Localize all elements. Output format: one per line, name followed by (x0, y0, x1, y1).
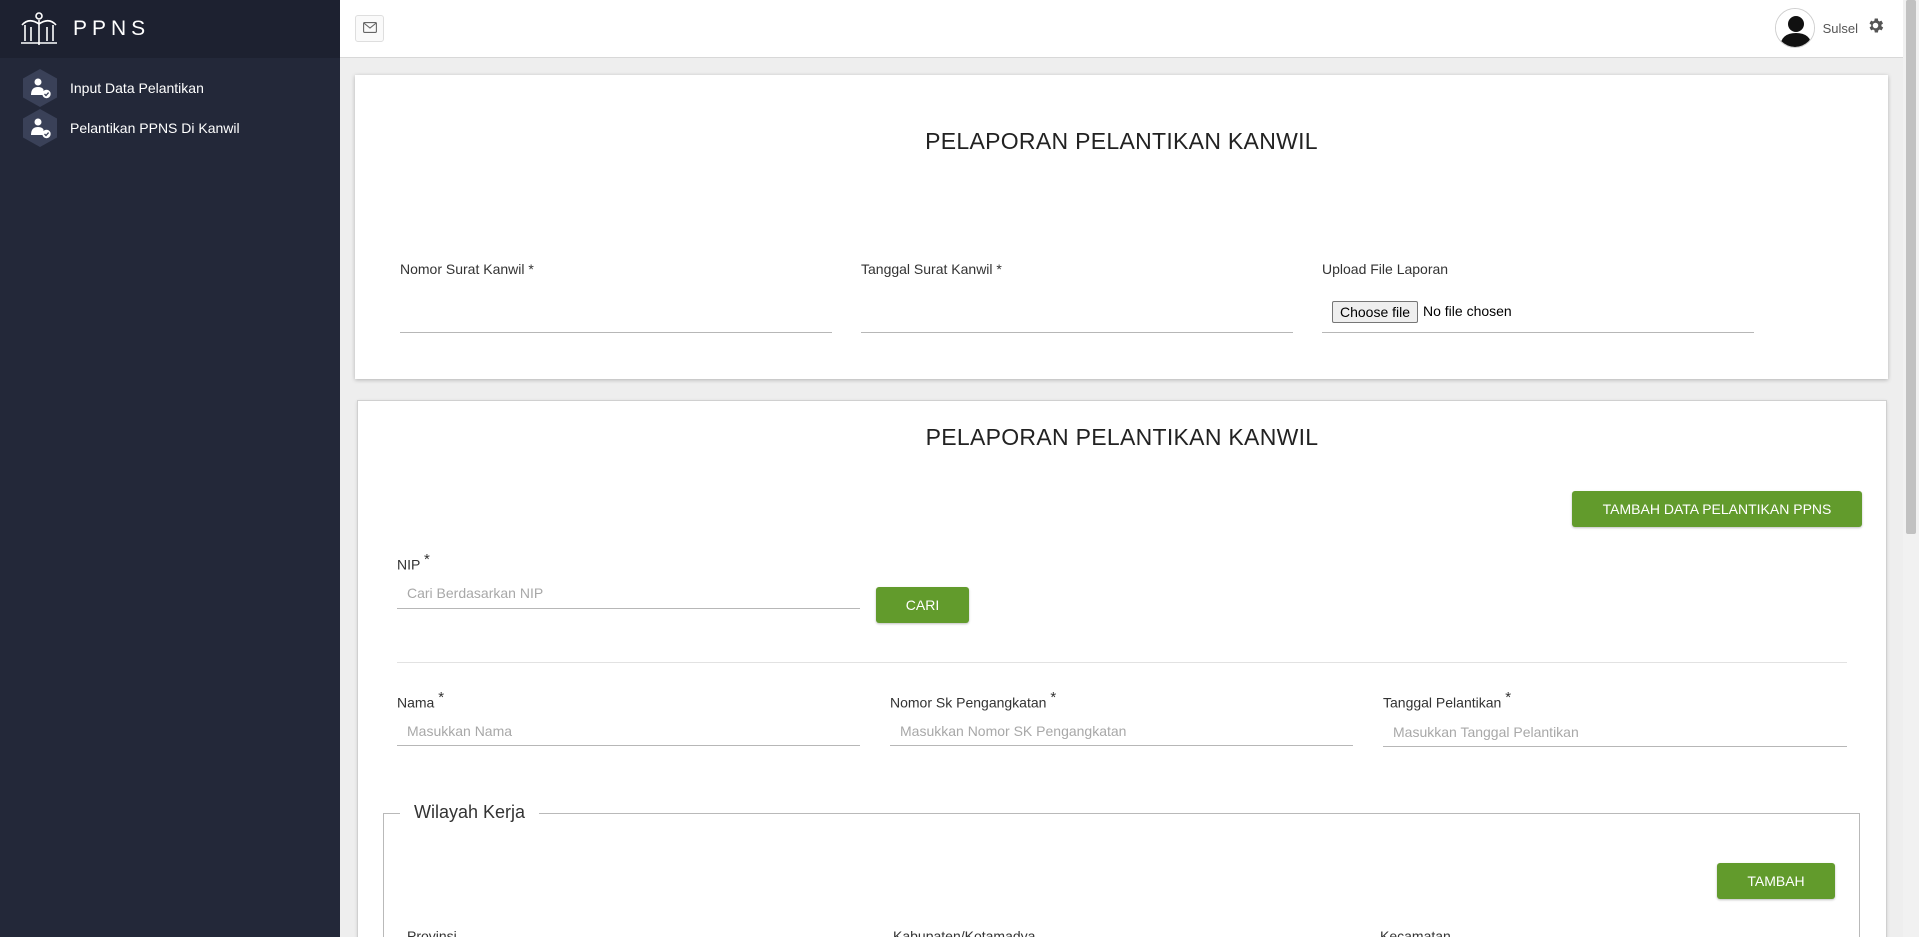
tanggal-pelantikan-label: Tanggal Pelantikan * (1383, 689, 1512, 711)
required-mark: * (1050, 689, 1057, 706)
user-check-icon (19, 108, 60, 149)
nama-underline (397, 745, 860, 746)
nomor-sk-underline (890, 745, 1353, 746)
kabupaten-label: Kabupaten/Kotamadya (893, 928, 1036, 937)
tanggal-surat-label: Tanggal Surat Kanwil * (861, 261, 1002, 277)
nama-input[interactable] (397, 716, 859, 746)
sidebar-nav: Input Data Pelantikan Pelantikan PPNS Di… (0, 58, 340, 148)
tanggal-surat-underline (861, 332, 1293, 333)
tambah-data-pelantikan-button[interactable]: TAMBAH DATA PELANTIKAN PPNS (1572, 491, 1862, 527)
nip-search-input[interactable] (397, 578, 859, 608)
scrollbar-thumb[interactable] (1906, 0, 1916, 534)
required-mark: * (1505, 689, 1512, 706)
upload-underline (1322, 332, 1754, 333)
mail-button[interactable] (355, 15, 384, 42)
card-title: PELAPORAN PELANTIKAN KANWIL (925, 128, 1318, 154)
choose-file-button[interactable]: Choose file (1332, 301, 1419, 323)
file-status-text: No file chosen (1423, 303, 1512, 319)
upload-file-label: Upload File Laporan (1322, 261, 1449, 277)
user-menu[interactable]: Sulsel (1774, 8, 1885, 48)
cari-button[interactable]: CARI (876, 587, 969, 623)
sidebar-item-input-data-pelantikan[interactable]: Input Data Pelantikan (0, 68, 340, 108)
topbar: Sulsel (340, 0, 1903, 58)
nomor-sk-label: Nomor Sk Pengangkatan * (890, 689, 1057, 711)
tambah-wilayah-button[interactable]: TAMBAH (1717, 863, 1835, 899)
sidebar-item-label: Pelantikan PPNS Di Kanwil (70, 120, 240, 136)
avatar[interactable] (1774, 8, 1815, 48)
wilayah-kerja-fieldset (383, 813, 1860, 937)
user-check-icon (19, 68, 60, 109)
sidebar-item-pelantikan-ppns-di-kanwil[interactable]: Pelantikan PPNS Di Kanwil (0, 108, 340, 148)
nama-label: Nama * (397, 689, 445, 711)
brand-header: PPNS (0, 0, 340, 58)
card-title: PELAPORAN PELANTIKAN KANWIL (925, 424, 1319, 450)
laporan-card (355, 75, 1888, 379)
ppns-logo-icon (19, 9, 59, 49)
sidebar: PPNS Input Data Pelantikan Pelantikan PP… (0, 0, 340, 937)
provinsi-label: Provinsi (407, 928, 457, 937)
required-mark: * (423, 551, 430, 568)
nip-label: NIP * (397, 551, 430, 573)
tanggal-surat-input[interactable] (861, 300, 1291, 330)
sidebar-item-label: Input Data Pelantikan (70, 80, 204, 96)
kecamatan-label: Kecamatan (1380, 928, 1451, 937)
gear-icon[interactable] (1866, 16, 1885, 40)
nomor-surat-underline (400, 332, 832, 333)
envelope-icon (362, 20, 377, 38)
required-mark: * (438, 689, 445, 706)
username-label: Sulsel (1822, 20, 1858, 36)
tanggal-pelantikan-input[interactable] (1383, 717, 1845, 747)
tanggal-pelantikan-underline (1383, 746, 1847, 747)
nomor-surat-label: Nomor Surat Kanwil * (400, 261, 534, 277)
nip-underline (397, 608, 860, 609)
brand-title: PPNS (73, 17, 151, 40)
nomor-sk-input[interactable] (890, 716, 1352, 746)
page-scrollbar[interactable] (1903, 0, 1919, 937)
section-divider (397, 662, 1847, 663)
wilayah-kerja-legend: Wilayah Kerja (400, 802, 540, 823)
nomor-surat-input[interactable] (400, 300, 830, 330)
